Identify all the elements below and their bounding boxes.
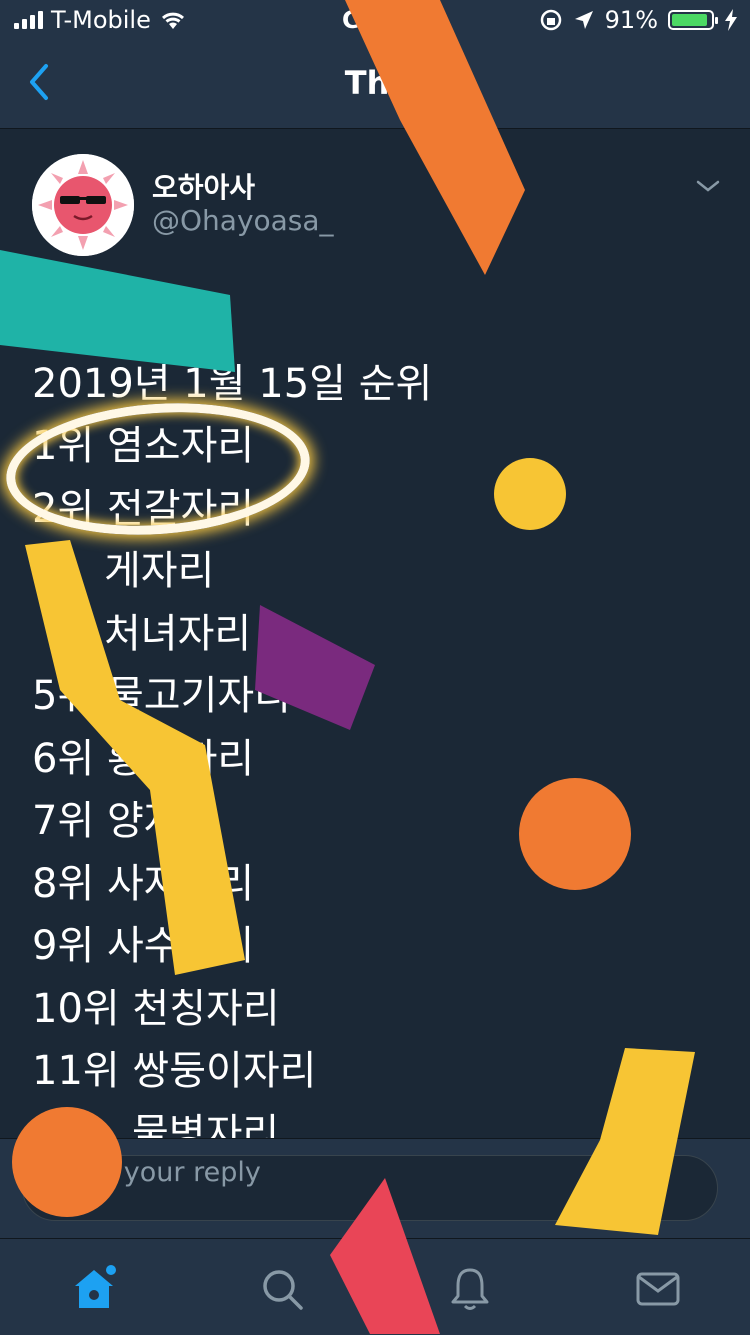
status-right-group: 91%: [539, 6, 738, 34]
status-bar: T-Mobile C 91%: [0, 0, 750, 40]
tab-notifications[interactable]: [442, 1261, 498, 1317]
tab-search[interactable]: [254, 1261, 310, 1317]
avatar-image: [32, 154, 134, 256]
tweet-menu-button[interactable]: [696, 176, 720, 196]
wifi-icon: [161, 12, 184, 29]
author-handle[interactable]: @Ohayoasa_: [152, 204, 334, 237]
page-title: Thr: [344, 64, 406, 102]
tweet-line: 11위 쌍둥이자리: [32, 1048, 317, 1094]
tweet-line: 9위 사수자리: [32, 923, 255, 969]
orientation-lock-icon: [540, 9, 561, 31]
tweet-line: 8위 사자자리: [32, 860, 255, 907]
home-icon: [75, 1265, 116, 1308]
tweet-line: 6위 황소자리: [32, 735, 255, 782]
charging-bolt-icon: [725, 9, 737, 31]
tweet-line: 오하아사: [32, 298, 180, 344]
carrier-label: T-Mobile: [51, 6, 151, 34]
signal-icon: [14, 11, 43, 29]
avatar[interactable]: [32, 154, 134, 256]
chevron-down-icon: [696, 180, 720, 192]
tweet-line: 5위 물고기자리: [32, 673, 291, 719]
tab-home[interactable]: [66, 1261, 122, 1317]
clock: C: [342, 6, 360, 34]
bell-icon: [451, 1268, 489, 1310]
tweet-line: 10위 천칭자리: [32, 985, 280, 1032]
nav-bar: Thr: [0, 40, 750, 129]
carrier-group: T-Mobile: [14, 6, 187, 34]
author-display-name[interactable]: 오하아사: [152, 166, 255, 206]
tweet-line: 7위 양자: [32, 798, 181, 844]
tab-bar: [0, 1238, 750, 1335]
reply-bar: et your reply: [0, 1138, 750, 1239]
tweet-line: 처녀자리: [104, 610, 252, 657]
reply-placeholder: et your reply: [88, 1157, 261, 1188]
tweet-line: 게자리: [104, 548, 215, 594]
battery-percent: 91%: [604, 6, 658, 34]
battery-icon: [668, 10, 718, 30]
tab-messages[interactable]: [630, 1261, 686, 1317]
search-icon: [263, 1270, 303, 1310]
mail-icon: [636, 1272, 680, 1306]
location-icon: [574, 11, 593, 29]
